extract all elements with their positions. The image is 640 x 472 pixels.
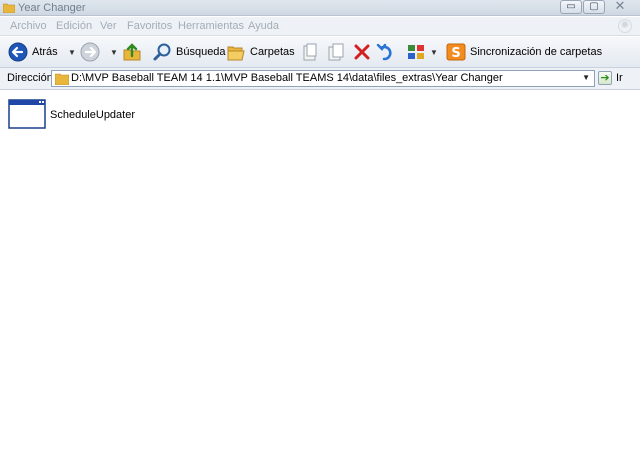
window-title: Year Changer <box>18 2 86 14</box>
copy-to-button[interactable] <box>326 41 346 63</box>
address-input[interactable]: D:\MVP Baseball TEAM 14 1.1\MVP Baseball… <box>51 70 595 87</box>
forward-dropdown[interactable]: ▼ <box>106 41 118 63</box>
move-to-icon <box>303 43 317 61</box>
menu-ayuda[interactable]: Ayuda <box>248 20 279 33</box>
minimize-button[interactable]: ▭ <box>560 0 582 14</box>
file-list[interactable]: ScheduleUpdater <box>0 90 640 472</box>
close-icon: ✕ <box>614 0 626 13</box>
menu-ver[interactable]: Ver <box>100 20 117 33</box>
search-button[interactable]: Búsqueda <box>152 41 226 63</box>
back-button[interactable]: Atrás <box>8 41 58 63</box>
svg-text:S: S <box>451 46 460 61</box>
toolbar: Atrás ▼ ▼ Búsqueda Carpetas ▼ S Sincroni… <box>0 37 640 68</box>
up-folder-icon <box>123 43 141 61</box>
search-label: Búsqueda <box>176 46 226 58</box>
go-arrow-icon: ➔ <box>600 72 610 84</box>
move-to-button[interactable] <box>300 41 320 63</box>
back-label: Atrás <box>32 46 58 58</box>
folders-label: Carpetas <box>250 46 295 58</box>
chevron-down-icon: ▼ <box>110 47 118 57</box>
folder-sync-button[interactable]: S Sincronización de carpetas <box>446 41 602 63</box>
folders-icon <box>227 46 245 61</box>
windows-throbber-icon: ✺ <box>618 19 632 33</box>
folders-button[interactable]: Carpetas <box>226 41 295 63</box>
views-icon <box>408 45 424 59</box>
folder-sync-label: Sincronización de carpetas <box>470 46 603 58</box>
file-name: ScheduleUpdater <box>50 109 136 121</box>
up-folder-button[interactable] <box>122 41 142 63</box>
back-arrow-icon <box>8 42 28 62</box>
menu-edicion[interactable]: Edición <box>56 20 92 33</box>
sync-icon: S <box>446 43 466 61</box>
menu-favoritos[interactable]: Favoritos <box>127 20 172 33</box>
chevron-down-icon: ▼ <box>68 47 76 57</box>
go-label[interactable]: Ir <box>616 72 623 84</box>
back-dropdown[interactable]: ▼ <box>64 41 76 63</box>
address-bar: Dirección D:\MVP Baseball TEAM 14 1.1\MV… <box>0 68 640 90</box>
menu-archivo[interactable]: Archivo <box>10 20 47 33</box>
maximize-icon: ▢ <box>589 1 599 12</box>
chevron-down-icon: ▼ <box>430 47 438 57</box>
views-button[interactable]: ▼ <box>406 41 438 63</box>
menu-herramientas[interactable]: Herramientas <box>178 20 244 33</box>
delete-icon <box>354 44 370 60</box>
close-button[interactable]: ✕ <box>606 0 634 14</box>
forward-arrow-icon <box>80 42 100 62</box>
copy-to-icon <box>328 43 344 61</box>
menu-bar: Archivo Edición Ver Favoritos Herramient… <box>0 17 640 36</box>
undo-button[interactable] <box>376 41 396 63</box>
list-item[interactable]: ScheduleUpdater <box>8 99 148 131</box>
maximize-button[interactable]: ▢ <box>583 0 605 14</box>
address-path: D:\MVP Baseball TEAM 14 1.1\MVP Baseball… <box>71 72 503 84</box>
go-button[interactable]: ➔ <box>598 71 612 85</box>
delete-button[interactable] <box>352 41 372 63</box>
folder-icon <box>55 73 69 85</box>
address-label: Dirección <box>7 72 53 84</box>
search-icon <box>153 43 171 61</box>
application-window-icon <box>8 99 46 129</box>
address-dropdown-icon[interactable]: ▼ <box>582 73 590 82</box>
folder-icon <box>3 3 15 13</box>
forward-button[interactable] <box>80 41 100 63</box>
title-bar: Year Changer ▭ ▢ ✕ <box>0 0 640 16</box>
minimize-icon: ▭ <box>566 1 576 12</box>
undo-icon <box>376 43 392 61</box>
